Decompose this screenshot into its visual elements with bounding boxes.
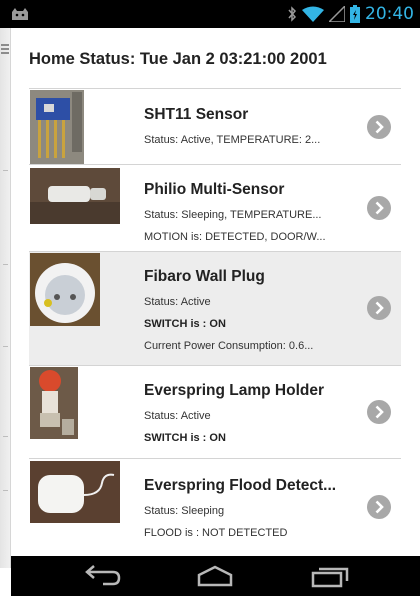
chevron-right-icon[interactable] <box>367 400 391 424</box>
android-cat-icon <box>12 8 28 20</box>
device-name: Everspring Lamp Holder <box>144 382 325 399</box>
wifi-icon <box>302 6 324 22</box>
chevron-right-icon[interactable] <box>367 296 391 320</box>
chevron-right-icon[interactable] <box>367 115 391 139</box>
clock-time: 20:40 <box>365 4 414 24</box>
everspring-lamp-holder-photo <box>30 367 78 439</box>
navigation-bar <box>11 556 420 596</box>
menu-handle-icon <box>1 44 9 54</box>
chevron-right-icon[interactable] <box>367 495 391 519</box>
bluetooth-icon <box>288 6 297 22</box>
device-power-consumption: Current Power Consumption: 0.6... <box>144 340 314 352</box>
home-status-screen: Home Status: Tue Jan 2 03:21:00 2001 SHT… <box>11 28 420 556</box>
device-name: SHT11 Sensor <box>144 106 249 123</box>
signal-icon <box>329 6 345 22</box>
sht11-sensor-photo <box>30 90 84 164</box>
device-status: Status: Active <box>144 410 211 422</box>
back-icon[interactable] <box>79 564 123 588</box>
page-title: Home Status: Tue Jan 2 03:21:00 2001 <box>29 50 327 68</box>
device-status: Status: Sleeping <box>144 505 225 517</box>
device-row-everspring-lamp-holder[interactable]: Everspring Lamp Holder Status: Active SW… <box>29 366 401 459</box>
device-flood-state: FLOOD is : NOT DETECTED <box>144 527 288 539</box>
device-status: Status: Active, TEMPERATURE: 2... <box>144 134 321 146</box>
status-bar: 20:40 <box>0 0 420 28</box>
everspring-flood-detector-photo <box>30 461 120 523</box>
chevron-right-icon[interactable] <box>367 196 391 220</box>
device-name: Philio Multi-Sensor <box>144 181 285 198</box>
philio-multisensor-photo <box>30 168 120 224</box>
device-status: Status: Active <box>144 296 211 308</box>
device-sensor-readings: MOTION is: DETECTED, DOOR/W... <box>144 231 326 243</box>
device-status: Status: Sleeping, TEMPERATURE... <box>144 209 322 221</box>
device-row-fibaro-wall-plug[interactable]: Fibaro Wall Plug Status: Active SWITCH i… <box>29 252 401 366</box>
device-row-everspring-flood-detector[interactable]: Everspring Flood Detect... Status: Sleep… <box>29 459 401 556</box>
device-switch-state: SWITCH is : ON <box>144 432 226 444</box>
home-icon[interactable] <box>193 564 237 588</box>
device-name: Fibaro Wall Plug <box>144 268 265 285</box>
background-screen-edge <box>0 28 11 568</box>
device-switch-state: SWITCH is : ON <box>144 318 226 330</box>
battery-icon <box>350 5 360 23</box>
device-list: SHT11 Sensor Status: Active, TEMPERATURE… <box>29 88 401 556</box>
device-row-philio-multi-sensor[interactable]: Philio Multi-Sensor Status: Sleeping, TE… <box>29 165 401 252</box>
fibaro-wall-plug-photo <box>30 253 100 326</box>
device-row-sht11-sensor[interactable]: SHT11 Sensor Status: Active, TEMPERATURE… <box>29 88 401 165</box>
recent-apps-icon[interactable] <box>307 564 351 588</box>
device-name: Everspring Flood Detect... <box>144 477 337 494</box>
